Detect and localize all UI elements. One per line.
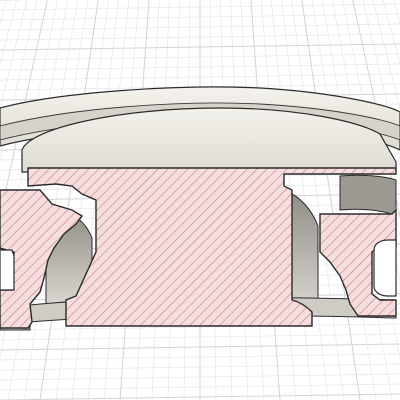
cad-3d-viewport[interactable] — [0, 0, 400, 400]
section-slot-left — [0, 249, 15, 291]
section-slot-right — [373, 239, 397, 297]
viewport-canvas[interactable] — [0, 0, 400, 400]
part-right-groove — [339, 174, 397, 217]
